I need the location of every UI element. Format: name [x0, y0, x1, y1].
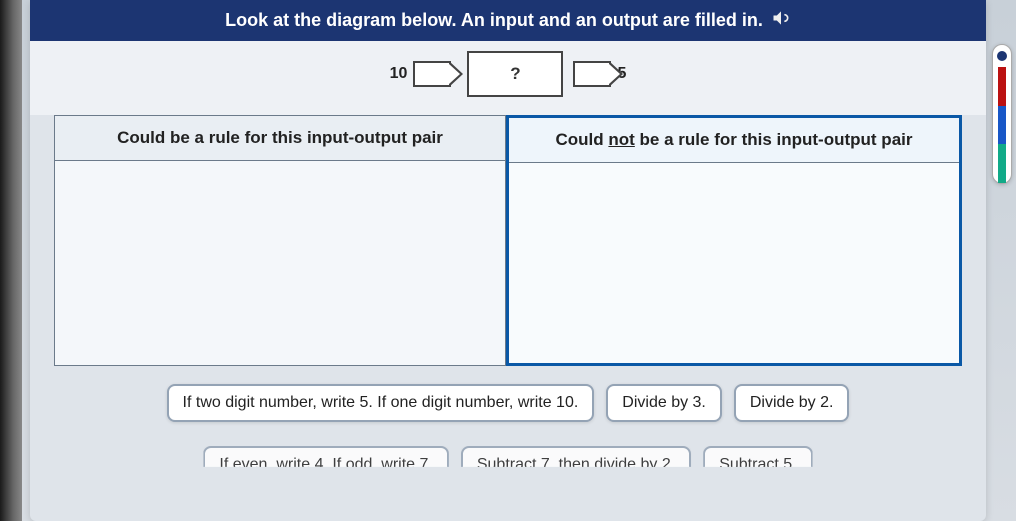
- output-arrow-icon: [573, 61, 611, 87]
- audio-icon[interactable]: [771, 8, 791, 33]
- rule-chip[interactable]: Subtract 5.: [703, 446, 812, 484]
- instruction-bar: Look at the diagram below. An input and …: [30, 0, 986, 41]
- widget-dot-icon: [997, 51, 1007, 61]
- could-not-be-header: Could not be a rule for this input-outpu…: [509, 118, 959, 163]
- side-progress-widget[interactable]: [992, 44, 1012, 184]
- answer-chips-row-2: If even, write 4. If odd, write 7. Subtr…: [30, 428, 986, 490]
- worksheet-panel: Look at the diagram below. An input and …: [30, 0, 986, 521]
- could-be-header: Could be a rule for this input-output pa…: [55, 116, 505, 161]
- rule-chip[interactable]: Subtract 7, then divide by 2.: [461, 446, 691, 484]
- answer-chips-row-1: If two digit number, write 5. If one dig…: [30, 366, 986, 428]
- io-diagram: 10 ? 5: [30, 41, 986, 115]
- could-not-be-not: not: [608, 130, 634, 149]
- could-not-be-post: be a rule for this input-output pair: [635, 130, 913, 149]
- could-not-be-table[interactable]: Could not be a rule for this input-outpu…: [506, 115, 962, 366]
- could-not-be-dropzone[interactable]: [509, 163, 959, 363]
- rule-box: ?: [467, 51, 563, 97]
- input-arrow-icon: [413, 61, 451, 87]
- rule-chip[interactable]: Divide by 2.: [734, 384, 850, 422]
- input-value: 10: [386, 65, 412, 83]
- drop-tables: Could be a rule for this input-output pa…: [30, 115, 986, 366]
- widget-segment: [998, 67, 1006, 106]
- rule-chip[interactable]: Divide by 3.: [606, 384, 722, 422]
- could-not-be-pre: Could: [556, 130, 609, 149]
- widget-segment: [998, 106, 1006, 145]
- could-be-dropzone[interactable]: [55, 161, 505, 361]
- could-be-table[interactable]: Could be a rule for this input-output pa…: [54, 115, 506, 366]
- instruction-text: Look at the diagram below. An input and …: [225, 10, 763, 31]
- rule-chip[interactable]: If two digit number, write 5. If one dig…: [167, 384, 595, 422]
- rule-chip[interactable]: If even, write 4. If odd, write 7.: [203, 446, 448, 484]
- page-binding-edge: [0, 0, 22, 521]
- widget-segment: [998, 144, 1006, 183]
